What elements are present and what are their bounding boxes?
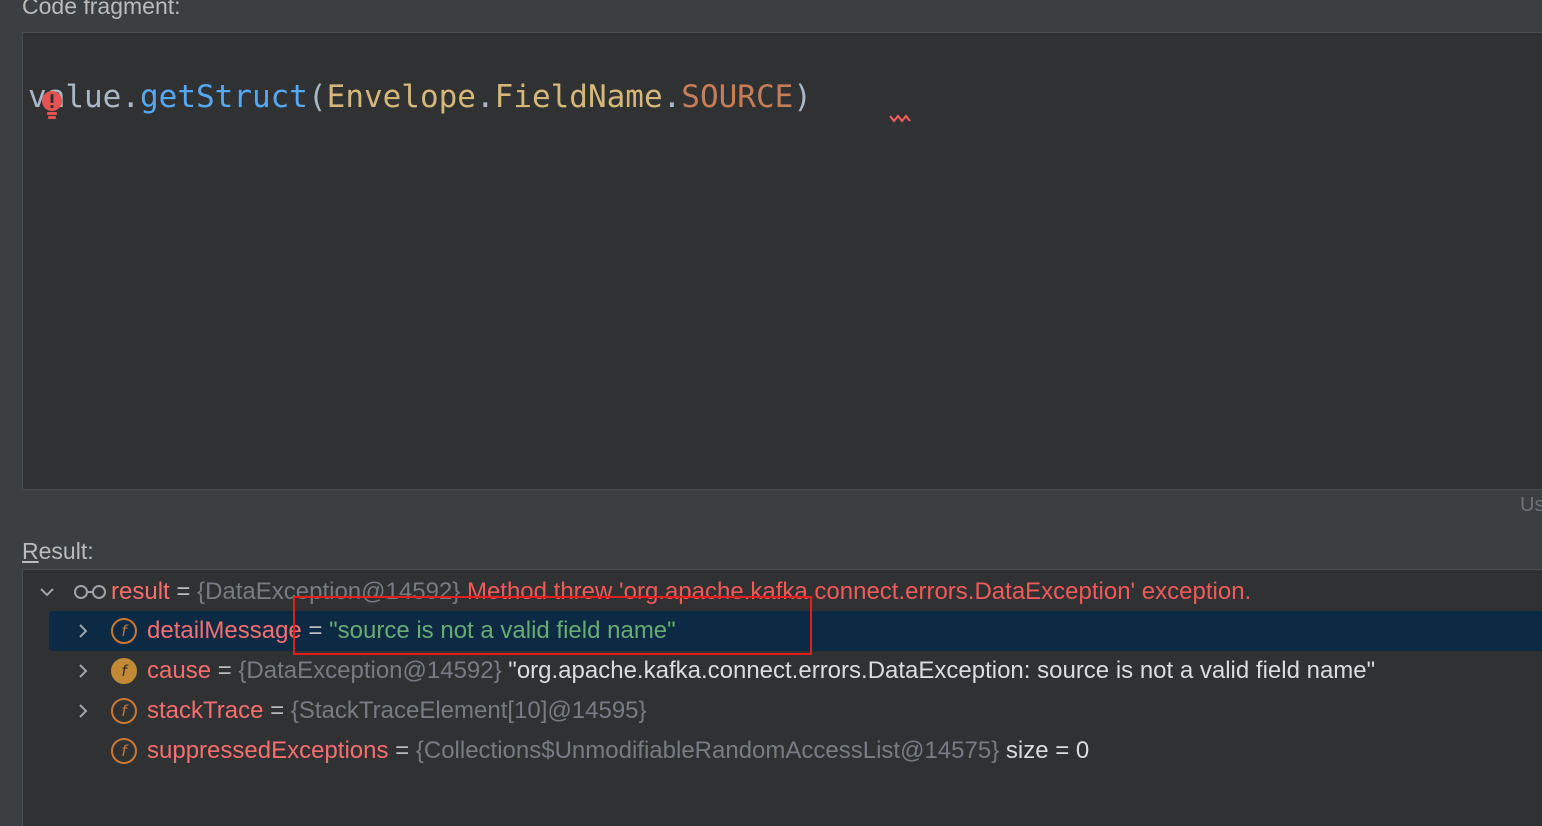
result-label: Result: <box>22 537 94 565</box>
code-token-method: getStruct <box>140 79 308 115</box>
equals-sign: = <box>263 697 291 724</box>
equals-sign: = <box>169 578 198 605</box>
glasses-icon <box>74 585 106 599</box>
field-icon: f <box>111 738 137 764</box>
tree-row-detail-message[interactable]: f detailMessage = "source is not a valid… <box>49 611 1542 651</box>
code-fragment-label: Code fragment: <box>22 0 181 19</box>
error-squiggle-icon <box>889 114 911 123</box>
object-type: {StackTraceElement[10]@14595} <box>290 697 647 724</box>
tree-row-result[interactable]: result = {DataException@14592} Method th… <box>23 572 1542 612</box>
tree-row-cause[interactable]: f cause = {DataException@14592} "org.apa… <box>23 651 1542 691</box>
tree-row-content: suppressedExceptions = {Collections$Unmo… <box>147 731 1089 771</box>
code-token-paren-close: ) <box>793 79 812 115</box>
variable-name: detailMessage <box>147 617 302 644</box>
field-icon: f <box>111 698 137 724</box>
tree-row-content: stackTrace = {StackTraceElement[10]@1459… <box>147 691 647 731</box>
result-label-mnemonic: R <box>22 538 39 564</box>
tree-row-stack-trace[interactable]: f stackTrace = {StackTraceElement[10]@14… <box>23 691 1542 731</box>
code-token-constant: SOURCE <box>681 79 794 115</box>
variable-name: cause <box>147 657 212 684</box>
size-value: size = 0 <box>999 737 1090 764</box>
tree-row-content: cause = {DataException@14592} "org.apach… <box>147 651 1375 691</box>
string-value: "source is not a valid field name" <box>329 617 676 644</box>
code-line[interactable]: value.getStruct(Envelope.FieldName.SOURC… <box>28 77 812 117</box>
equals-sign: = <box>301 617 330 644</box>
result-label-text: esult: <box>38 538 94 564</box>
equals-sign: = <box>388 737 416 764</box>
string-value: "org.apache.kafka.connect.errors.DataExc… <box>501 657 1376 684</box>
result-tree[interactable]: result = {DataException@14592} Method th… <box>22 569 1542 826</box>
evaluate-expression-dialog: Code fragment: value.getStruct(Envelope.… <box>0 0 1542 826</box>
equals-sign: = <box>211 657 239 684</box>
code-token-paren-open: ( <box>307 79 327 115</box>
code-editor[interactable]: value.getStruct(Envelope.FieldName.SOURC… <box>22 32 1542 490</box>
exception-message: Method threw 'org.apache.kafka.connect.e… <box>460 578 1252 605</box>
chevron-right-icon[interactable] <box>73 701 93 721</box>
object-type: {DataException@14592} <box>197 578 461 605</box>
variable-name: suppressedExceptions <box>147 737 389 764</box>
code-token-dot: . <box>475 79 495 115</box>
tree-row-content: result = {DataException@14592} Method th… <box>111 572 1251 612</box>
chevron-down-icon[interactable] <box>37 582 57 602</box>
object-type: {DataException@14592} <box>238 657 502 684</box>
error-bulb-icon[interactable] <box>39 89 65 121</box>
usage-hint-text: Us <box>1520 494 1542 516</box>
object-type: {Collections$UnmodifiableRandomAccessLis… <box>415 737 1000 764</box>
tree-row-suppressed-exceptions[interactable]: f suppressedExceptions = {Collections$Un… <box>23 731 1542 771</box>
tree-row-content: detailMessage = "source is not a valid f… <box>147 611 676 651</box>
field-icon: f <box>111 618 137 644</box>
variable-name: stackTrace <box>147 697 264 724</box>
chevron-right-icon[interactable] <box>73 621 93 641</box>
field-icon: f <box>111 658 137 684</box>
variable-name: result <box>111 578 170 605</box>
code-token-class: Envelope <box>326 79 476 115</box>
chevron-right-icon[interactable] <box>73 661 93 681</box>
code-token-class: FieldName <box>494 79 663 115</box>
code-token-dot: . <box>121 79 140 115</box>
code-token-dot: . <box>662 79 682 115</box>
